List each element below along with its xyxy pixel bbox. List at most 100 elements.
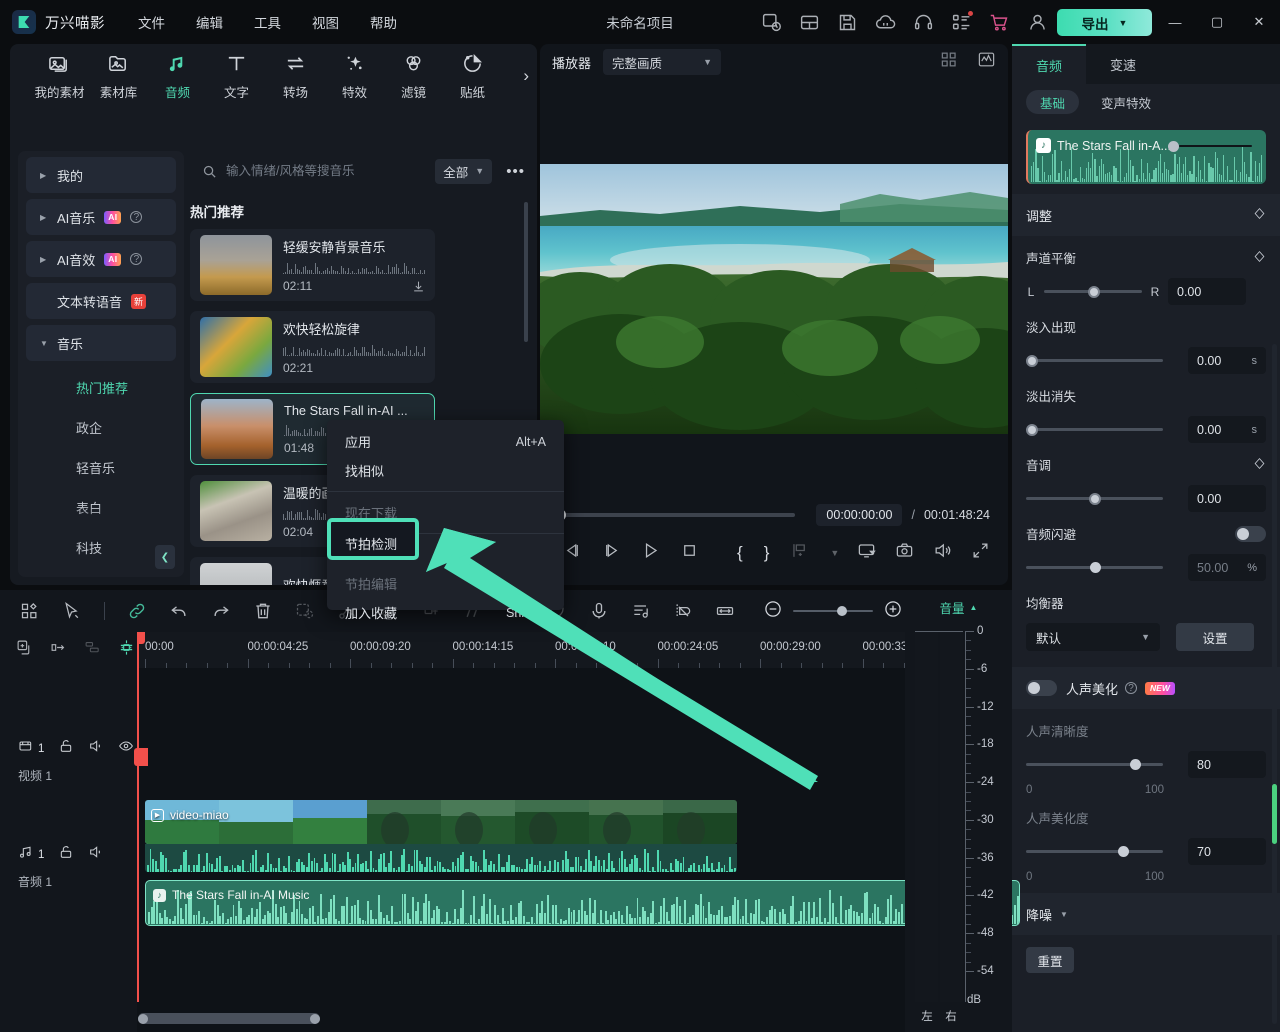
tab-my-media[interactable]: 我的素材	[30, 52, 89, 101]
timeline-ruler[interactable]: 00:0000:00:04:2500:00:09:2000:00:14:1500…	[137, 632, 1012, 668]
playhead-handle[interactable]	[137, 632, 145, 644]
volume-icon[interactable]	[933, 541, 952, 565]
video-preview-stage[interactable]	[540, 164, 1008, 434]
menu-item-edit[interactable]: 编辑	[196, 12, 223, 32]
denoise-section-header[interactable]: 降噪 ▼	[1012, 893, 1280, 935]
history-icon[interactable]	[761, 12, 782, 33]
visibility-eye-icon[interactable]	[118, 738, 134, 759]
subcategory-gov[interactable]: 政企	[18, 407, 184, 447]
group-icon[interactable]	[50, 639, 67, 661]
maximize-button[interactable]: ▢	[1196, 0, 1238, 44]
ducking-slider[interactable]	[1026, 561, 1163, 575]
layout-icon[interactable]	[799, 12, 820, 33]
save-icon[interactable]	[837, 12, 858, 33]
hide-track-icon[interactable]	[673, 601, 693, 621]
undo-icon[interactable]	[169, 601, 189, 621]
pitch-slider[interactable]	[1026, 492, 1163, 506]
download-icon[interactable]	[412, 280, 425, 293]
next-frame-icon[interactable]	[602, 541, 621, 565]
stop-icon[interactable]	[680, 541, 699, 565]
record-voiceover-icon[interactable]	[589, 601, 609, 621]
timeline-horizontal-scrollbar[interactable]	[138, 1013, 320, 1024]
context-menu-item-find-similar[interactable]: 找相似	[327, 456, 564, 485]
grid-view-icon[interactable]	[940, 50, 959, 74]
category-ai-sfx[interactable]: ▶ AI音效 AI ?	[26, 241, 176, 277]
export-button[interactable]: 导出 ▼	[1057, 9, 1152, 36]
list-item[interactable]: 轻缓安静背景音乐 02:11	[190, 229, 435, 301]
lock-icon[interactable]	[58, 738, 74, 759]
fade-out-value-input[interactable]: 0.00 s	[1188, 416, 1266, 443]
delete-icon[interactable]	[253, 601, 273, 621]
prev-frame-icon[interactable]	[563, 541, 582, 565]
clip-trim-handle[interactable]	[1168, 142, 1252, 150]
more-options-icon[interactable]: •••	[506, 163, 525, 180]
cart-icon[interactable]	[989, 12, 1010, 33]
snapshot-camera-icon[interactable]	[895, 541, 914, 565]
keyframe-icon[interactable]	[1253, 457, 1266, 473]
timeline-clip-audio[interactable]: ♪ The Stars Fall in-AI Music	[145, 880, 1020, 926]
lock-icon[interactable]	[58, 844, 74, 865]
clarity-slider[interactable]	[1026, 758, 1163, 772]
tab-filter[interactable]: 滤镜	[384, 52, 443, 101]
play-icon[interactable]	[641, 541, 660, 565]
trim-knob[interactable]	[1168, 141, 1179, 152]
help-icon[interactable]: ?	[130, 211, 142, 223]
mark-out-icon[interactable]: }	[764, 543, 770, 563]
support-headset-icon[interactable]	[913, 12, 934, 33]
templates-icon[interactable]	[20, 601, 40, 621]
category-music[interactable]: ▼ 音乐	[26, 325, 176, 361]
subcategory-hot[interactable]: 热门推荐	[18, 367, 184, 407]
keyframe-icon[interactable]	[1253, 250, 1266, 266]
menu-item-view[interactable]: 视图	[312, 12, 339, 32]
ducking-value-input[interactable]: 50.00 %	[1188, 554, 1266, 581]
screen-cast-icon[interactable]	[857, 541, 876, 565]
mute-icon[interactable]	[88, 738, 104, 759]
menu-item-tools[interactable]: 工具	[254, 12, 281, 32]
apps-grid-icon[interactable]	[951, 12, 972, 33]
tabs-next-chevron-icon[interactable]: ›	[523, 66, 529, 86]
volume-meter-title[interactable]: 音量 ▲	[905, 590, 1012, 624]
mark-in-icon[interactable]: {	[737, 543, 743, 563]
category-text-to-speech[interactable]: 文本转语音 新	[26, 283, 176, 319]
subcategory-confession[interactable]: 表白	[18, 487, 184, 527]
zoom-knob[interactable]	[837, 606, 847, 616]
tab-speed[interactable]: 变速	[1086, 44, 1160, 84]
minimize-button[interactable]: —	[1154, 0, 1196, 44]
panel-scrollbar-thumb[interactable]	[1272, 784, 1277, 844]
zoom-out-icon[interactable]	[763, 599, 783, 624]
redo-icon[interactable]	[211, 601, 231, 621]
selection-tool-icon[interactable]	[62, 601, 82, 621]
balance-slider[interactable]	[1044, 285, 1142, 299]
filter-dropdown[interactable]: 全部 ▼	[435, 159, 492, 184]
menu-item-help[interactable]: 帮助	[370, 12, 397, 32]
beauty-value-input[interactable]: 70	[1188, 838, 1266, 865]
help-icon[interactable]: ?	[1125, 682, 1137, 694]
equalizer-dropdown[interactable]: 默认 ▼	[1026, 623, 1160, 651]
context-menu-item-add-favorite[interactable]: 加入收藏 Shift+F	[327, 598, 564, 627]
context-menu-item-apply[interactable]: 应用 Alt+A	[327, 427, 564, 456]
fade-out-slider[interactable]	[1026, 423, 1163, 437]
tab-stock-library[interactable]: 素材库	[89, 52, 148, 101]
tab-transition[interactable]: 转场	[266, 52, 325, 101]
fade-in-value-input[interactable]: 0.00 s	[1188, 347, 1266, 374]
quality-dropdown[interactable]: 完整画质 ▼	[603, 49, 721, 75]
media-list-scrollbar[interactable]	[524, 202, 528, 342]
tab-audio[interactable]: 音频	[148, 52, 207, 101]
waveform-analysis-icon[interactable]	[977, 50, 996, 74]
playhead[interactable]	[137, 632, 139, 1002]
timeline-clip-video[interactable]: ▶ video-miao	[145, 800, 737, 844]
category-ai-music[interactable]: ▶ AI音乐 AI ?	[26, 199, 176, 235]
beat-marker-icon[interactable]	[118, 639, 135, 661]
collapse-sidebar-button[interactable]: ❮	[155, 545, 175, 569]
category-mine[interactable]: ▶ 我的	[26, 157, 176, 193]
add-track-icon[interactable]	[16, 639, 33, 661]
cloud-upload-icon[interactable]	[875, 12, 896, 33]
beat-detection-label[interactable]: 节拍检测	[331, 522, 423, 564]
reset-button[interactable]: 重置	[1026, 947, 1074, 973]
zoom-in-icon[interactable]	[883, 599, 903, 624]
tab-effects[interactable]: 特效	[325, 52, 384, 101]
pitch-value-input[interactable]: 0.00	[1188, 485, 1266, 512]
audio-ducking-toggle[interactable]	[1235, 526, 1266, 542]
equalizer-settings-button[interactable]: 设置	[1176, 623, 1254, 651]
close-button[interactable]: ✕	[1238, 0, 1280, 44]
